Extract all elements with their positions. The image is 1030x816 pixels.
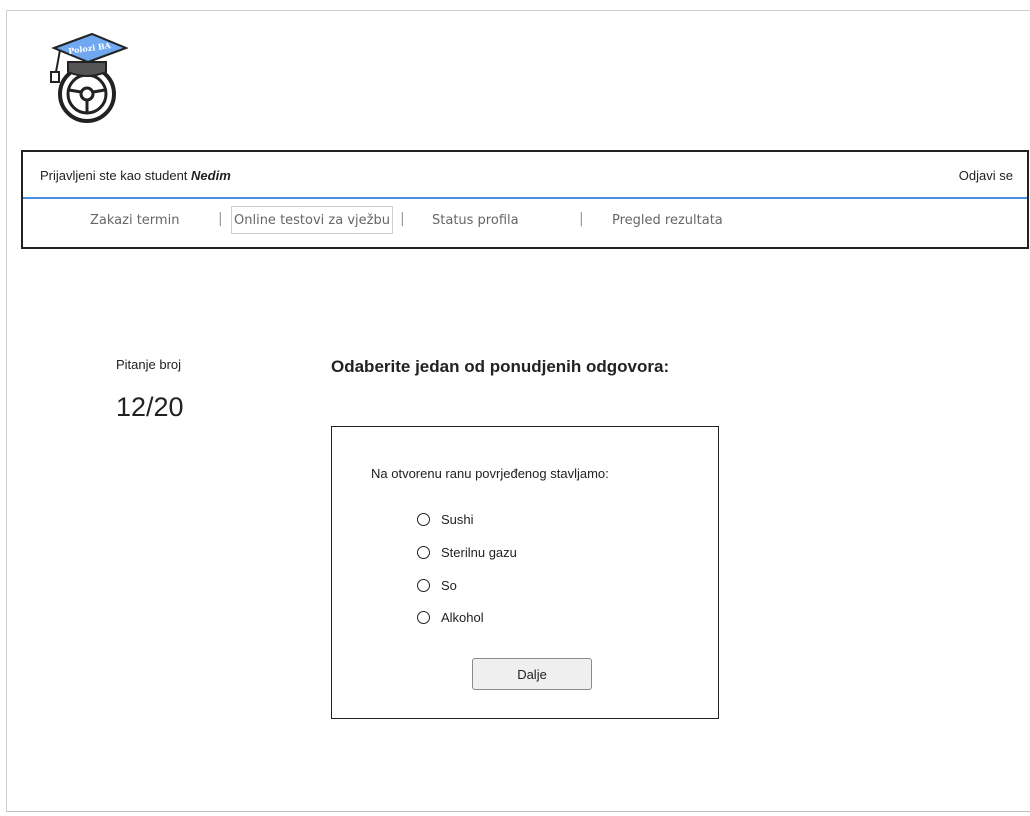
- login-status: Prijavljeni ste kao student Nedim: [40, 168, 231, 183]
- menu-item-profile-status[interactable]: Status profila: [432, 213, 519, 228]
- logout-link[interactable]: Odjavi se: [959, 168, 1013, 183]
- answer-option-sushi[interactable]: Sushi: [417, 510, 474, 528]
- answer-option-alcohol[interactable]: Alkohol: [417, 608, 484, 626]
- answer-option-sterile-gauze[interactable]: Sterilnu gazu: [417, 543, 517, 561]
- logo: Polozi BA: [48, 28, 129, 124]
- login-prefix: Prijavljeni ste kao student: [40, 168, 188, 183]
- user-bar: Prijavljeni ste kao student Nedim Odjavi…: [23, 152, 1027, 199]
- answer-label: Sushi: [441, 511, 474, 527]
- radio-icon[interactable]: [417, 578, 430, 592]
- question-text: Na otvorenu ranu povrjeđenog stavljamo:: [371, 466, 609, 481]
- answer-label: Alkohol: [441, 609, 484, 625]
- menu-separator: |: [579, 211, 584, 227]
- answer-label: Sterilnu gazu: [441, 544, 517, 560]
- next-button[interactable]: Dalje: [472, 658, 592, 690]
- menu-separator: |: [400, 211, 405, 227]
- radio-icon[interactable]: [417, 545, 430, 559]
- radio-icon[interactable]: [417, 512, 430, 526]
- menu-item-schedule[interactable]: Zakazi termin: [90, 213, 179, 228]
- question-number-label: Pitanje broj: [116, 357, 182, 372]
- main-menu: Zakazi termin | Online testovi za vježbu…: [23, 199, 1027, 247]
- answer-label: So: [441, 577, 457, 593]
- quiz-instruction: Odaberite jedan od ponudjenih odgovora:: [331, 357, 670, 376]
- question-card: Na otvorenu ranu povrjeđenog stavljamo: …: [331, 426, 719, 719]
- menu-separator: |: [218, 211, 223, 227]
- menu-item-online-tests[interactable]: Online testovi za vježbu: [231, 206, 393, 234]
- answer-option-salt[interactable]: So: [417, 576, 457, 594]
- question-counter: 12/20: [116, 392, 184, 422]
- user-name: Nedim: [191, 168, 231, 183]
- menu-item-results[interactable]: Pregled rezultata: [612, 213, 723, 228]
- radio-icon[interactable]: [417, 610, 430, 624]
- navigation-panel: Prijavljeni ste kao student Nedim Odjavi…: [21, 150, 1029, 249]
